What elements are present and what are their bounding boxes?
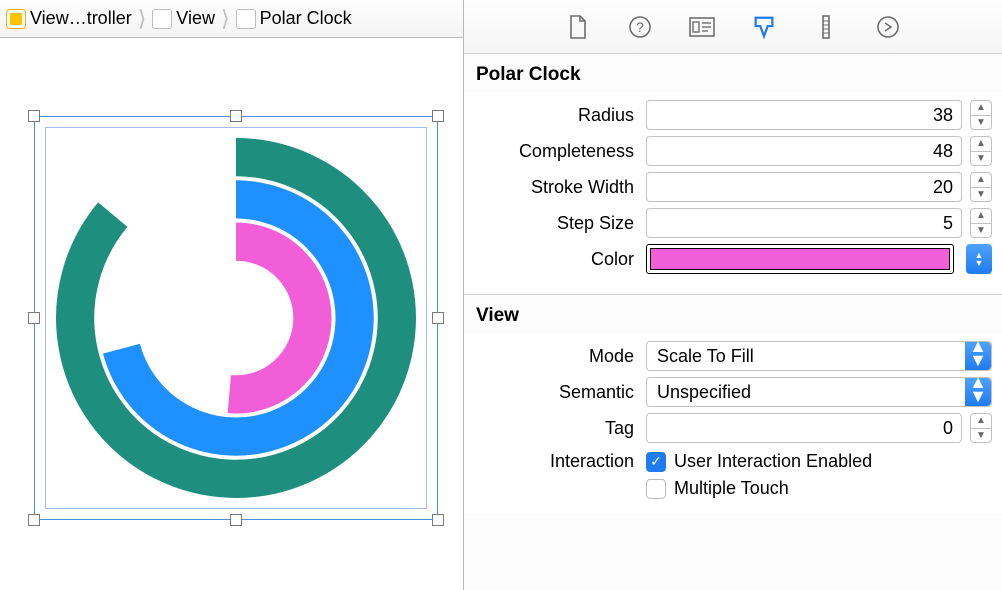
mode-label: Mode: [474, 346, 638, 367]
mode-value: Scale To Fill: [647, 346, 965, 367]
resize-handle[interactable]: [230, 514, 242, 526]
breadcrumb-label: View: [176, 8, 215, 29]
checkbox-icon: ✓: [646, 452, 666, 472]
resize-handle[interactable]: [230, 110, 242, 122]
resize-handle[interactable]: [432, 514, 444, 526]
attributes-tab-icon[interactable]: [751, 14, 777, 40]
view-icon: [236, 9, 256, 29]
semantic-select[interactable]: Unspecified ▲▼: [646, 377, 992, 407]
radius-stepper[interactable]: ▲▼: [970, 100, 992, 130]
step-size-field[interactable]: [646, 208, 962, 238]
radius-field[interactable]: [646, 100, 962, 130]
stroke-width-label: Stroke Width: [474, 177, 638, 198]
completeness-stepper[interactable]: ▲▼: [970, 136, 992, 166]
help-tab-icon[interactable]: ?: [627, 14, 653, 40]
file-tab-icon[interactable]: [565, 14, 591, 40]
step-size-stepper[interactable]: ▲▼: [970, 208, 992, 238]
section-polarclock: Radius ▲▼ Completeness ▲▼ Stroke Width ▲…: [464, 92, 1002, 295]
breadcrumb-item-view[interactable]: View: [150, 8, 217, 29]
user-interaction-label: User Interaction Enabled: [674, 451, 872, 472]
connections-tab-icon[interactable]: [875, 14, 901, 40]
chevron-right-icon: ⟩: [219, 8, 232, 30]
breadcrumb: View…troller ⟩ View ⟩ Polar Clock: [0, 0, 463, 38]
tag-label: Tag: [474, 418, 638, 439]
svg-text:?: ?: [636, 19, 644, 35]
step-size-label: Step Size: [474, 213, 638, 234]
identity-tab-icon[interactable]: [689, 14, 715, 40]
selection-box[interactable]: [34, 116, 438, 520]
breadcrumb-label: View…troller: [30, 8, 132, 29]
semantic-label: Semantic: [474, 382, 638, 403]
checkbox-icon: [646, 479, 666, 499]
tag-field[interactable]: [646, 413, 962, 443]
multiple-touch-label: Multiple Touch: [674, 478, 789, 499]
resize-handle[interactable]: [432, 312, 444, 324]
chevron-updown-icon: ▲▼: [965, 342, 991, 370]
semantic-value: Unspecified: [647, 382, 965, 403]
viewcontroller-icon: [6, 9, 26, 29]
canvas-area[interactable]: [0, 38, 463, 590]
stroke-width-stepper[interactable]: ▲▼: [970, 172, 992, 202]
section-header-polarclock: Polar Clock: [464, 54, 1002, 92]
breadcrumb-label: Polar Clock: [260, 8, 352, 29]
breadcrumb-item-controller[interactable]: View…troller: [4, 8, 134, 29]
completeness-label: Completeness: [474, 141, 638, 162]
chevron-right-icon: ⟩: [136, 8, 149, 30]
resize-handle[interactable]: [28, 110, 40, 122]
resize-handle[interactable]: [28, 514, 40, 526]
breadcrumb-item-polarclock[interactable]: Polar Clock: [234, 8, 354, 29]
resize-handle[interactable]: [28, 312, 40, 324]
section-view: Mode Scale To Fill ▲▼ Semantic Unspecifi…: [464, 333, 1002, 513]
inspector-tabs: ?: [464, 0, 1002, 54]
size-tab-icon[interactable]: [813, 14, 839, 40]
canvas-column: View…troller ⟩ View ⟩ Polar Clock: [0, 0, 464, 590]
stroke-width-field[interactable]: [646, 172, 962, 202]
color-popup-button[interactable]: ▲▼: [966, 244, 992, 274]
completeness-field[interactable]: [646, 136, 962, 166]
inspector-column: ? Polar Clock Radius ▲▼ Complete: [464, 0, 1002, 590]
multiple-touch-checkbox[interactable]: Multiple Touch: [646, 478, 872, 499]
color-label: Color: [474, 249, 638, 270]
interaction-label: Interaction: [474, 451, 638, 472]
view-icon: [152, 9, 172, 29]
color-well[interactable]: [646, 244, 954, 274]
radius-label: Radius: [474, 105, 638, 126]
polar-clock-preview: [45, 127, 427, 509]
resize-handle[interactable]: [432, 110, 444, 122]
user-interaction-checkbox[interactable]: ✓ User Interaction Enabled: [646, 451, 872, 472]
chevron-updown-icon: ▲▼: [965, 378, 991, 406]
section-header-view: View: [464, 295, 1002, 333]
tag-stepper[interactable]: ▲▼: [970, 413, 992, 443]
mode-select[interactable]: Scale To Fill ▲▼: [646, 341, 992, 371]
